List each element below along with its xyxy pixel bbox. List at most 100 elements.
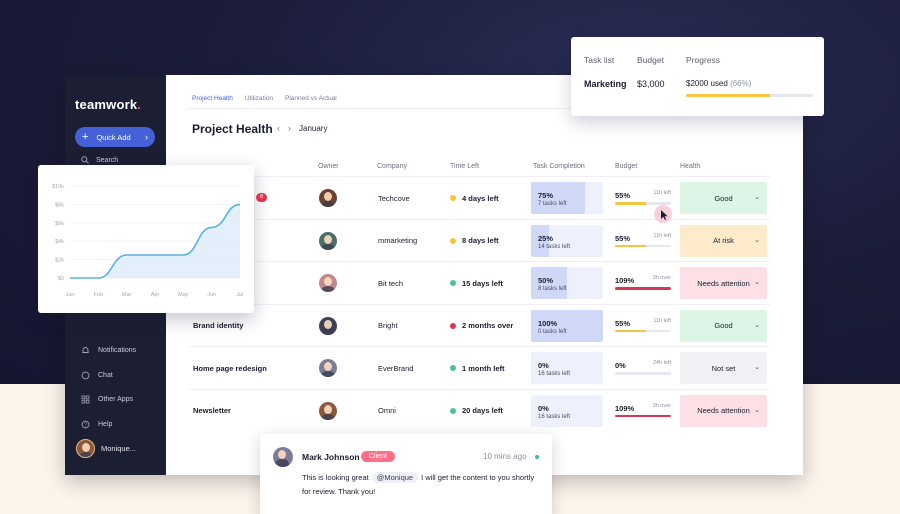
tasks-left: 16 tasks left	[538, 413, 571, 420]
time-left-label: 20 days left	[462, 406, 503, 415]
bell-icon	[82, 347, 89, 354]
owner-cell	[319, 390, 337, 432]
logo[interactable]: teamwork.	[75, 97, 141, 112]
chevron-right-icon[interactable]: ›	[288, 123, 291, 133]
budget-cell: 55% 11h left	[615, 220, 671, 262]
health-dropdown[interactable]: Needs attention ⌄	[680, 394, 767, 427]
health-dropdown[interactable]: At risk ⌄	[680, 224, 767, 257]
table-row[interactable]: mmarketing 8 days left 25% 14 tasks left…	[188, 218, 770, 262]
tab-project-health[interactable]: Project Health	[192, 95, 233, 102]
table-row[interactable]: Techcove 4 days left 75% 7 tasks left 55…	[188, 176, 770, 218]
y-tick-label: $2k	[55, 258, 64, 264]
chevron-down-icon: ⌄	[754, 194, 760, 201]
budget-cell: 55% 11h left	[615, 305, 671, 347]
time-left-label: 1 month left	[462, 363, 505, 373]
month-navigator: ‹ › January	[277, 123, 327, 133]
column-header-time-left[interactable]: Time Left	[450, 163, 479, 170]
apps-grid-icon	[81, 395, 90, 404]
svg-text:?: ?	[84, 422, 87, 428]
tasks-left: 14 tasks left	[538, 243, 571, 250]
comment-author: Mark Johnson	[302, 452, 360, 462]
health-label: Needs attention	[697, 406, 750, 415]
time-left-cell: 4 days left	[450, 177, 499, 219]
chevron-down-icon: ⌄	[754, 321, 760, 329]
plus-icon: +	[82, 130, 89, 143]
column-header-health[interactable]: Health	[680, 163, 700, 170]
role-badge: Client	[361, 451, 395, 462]
budget-percent: 109%	[615, 403, 635, 413]
search-label: Search	[96, 156, 119, 164]
avatar	[319, 401, 337, 420]
status-dot	[450, 237, 456, 244]
sidebar-item-help[interactable]: ? Help	[81, 420, 112, 429]
sidebar-item-label: Notifications	[98, 347, 137, 354]
budget-remaining: 11h left	[653, 317, 671, 324]
sidebar-item-notifications[interactable]: Notifications	[81, 346, 136, 355]
task-completion-cell[interactable]: 75% 7 tasks left	[531, 182, 603, 214]
chevron-left-icon[interactable]: ‹	[277, 123, 280, 133]
sidebar-item-label: Other Apps	[98, 396, 134, 403]
quick-add-button[interactable]: + Quick Add ›	[75, 127, 155, 147]
health-label: Not set	[711, 363, 736, 373]
user-name: Monique...	[101, 444, 137, 453]
chevron-down-icon: ⌄	[754, 364, 760, 371]
task-completion-cell[interactable]: 0% 16 tasks left	[531, 394, 603, 427]
x-tick-label: May	[178, 292, 189, 298]
completion-percent: 25%	[538, 233, 554, 243]
column-header-owner[interactable]: Owner	[318, 163, 339, 170]
task-name[interactable]: Newsletter	[193, 390, 231, 432]
task-completion-cell[interactable]: 0% 16 tasks left	[531, 352, 603, 384]
y-tick-label: $6k	[55, 221, 64, 227]
task-completion-cell[interactable]: 50% 8 tasks left	[531, 267, 603, 299]
mention-tag[interactable]: @Monique	[371, 472, 419, 483]
owner-cell	[319, 305, 337, 347]
sidebar-item-other-apps[interactable]: Other Apps	[81, 395, 133, 404]
task-name[interactable]: Home page redesign	[193, 347, 267, 389]
budget-bar	[615, 414, 671, 417]
column-header-task-completion[interactable]: Task Completion	[533, 163, 585, 170]
tooltip-header-progress: Progress	[686, 55, 721, 65]
status-dot	[450, 280, 456, 286]
completion-percent: 75%	[538, 191, 554, 200]
health-dropdown[interactable]: Not set ⌄	[680, 352, 767, 384]
health-dropdown[interactable]: Needs attention ⌄	[680, 267, 767, 299]
budget-remaining: 24h left	[652, 360, 671, 366]
online-indicator	[535, 455, 539, 459]
avatar	[273, 447, 293, 467]
sidebar-item-chat[interactable]: Chat	[81, 371, 113, 380]
task-completion-cell[interactable]: 25% 14 tasks left	[531, 224, 603, 257]
column-header-budget[interactable]: Budget	[615, 163, 637, 170]
tooltip-header-budget: Budget	[637, 55, 664, 65]
tab-bar: Project Health Utilization Planned vs Ac…	[192, 95, 337, 102]
x-tick-label: Feb	[94, 292, 103, 298]
tasks-left: 0 tasks left	[538, 328, 567, 335]
table-row[interactable]: Bit tech 15 days left 50% 8 tasks left 1…	[188, 261, 770, 303]
task-completion-cell[interactable]: 100% 0 tasks left	[531, 309, 603, 342]
table-row[interactable]: Brand identity Bright 2 months over 100%…	[188, 303, 770, 347]
completion-percent: 100%	[538, 318, 558, 328]
completion-percent: 0%	[538, 361, 549, 370]
y-tick-label: $4k	[55, 239, 64, 245]
tab-utilization[interactable]: Utilization	[245, 95, 273, 102]
column-header-company[interactable]: Company	[377, 163, 407, 170]
table-row[interactable]: Home page redesign EverBrand 1 month lef…	[188, 346, 770, 388]
sidebar-item-label: Help	[98, 421, 113, 428]
x-tick-label: Jan	[66, 292, 75, 298]
comment-time: 10 mins ago	[483, 452, 527, 461]
x-tick-label: Jul	[236, 292, 243, 298]
tooltip-progress-bar	[686, 94, 813, 97]
sidebar-user[interactable]: Monique...	[76, 439, 136, 458]
health-dropdown[interactable]: Good ⌄	[680, 309, 767, 342]
comment-text: This is looking great @Monique I will get …	[302, 472, 535, 496]
health-label: Needs attention	[697, 278, 750, 288]
avatar	[319, 316, 337, 335]
health-dropdown[interactable]: Good ⌄	[680, 182, 767, 214]
table-row[interactable]: Newsletter Omni 20 days left 0% 16 tasks…	[188, 388, 770, 432]
completion-percent: 50%	[538, 276, 554, 285]
avatar	[319, 189, 337, 207]
sidebar-search[interactable]: Search	[81, 156, 118, 164]
avatar	[319, 274, 337, 292]
tab-planned-vs-actual[interactable]: Planned vs Actual	[285, 95, 337, 102]
budget-cell: 109% 3h over	[615, 390, 671, 432]
chevron-down-icon: ⌄	[754, 406, 760, 414]
